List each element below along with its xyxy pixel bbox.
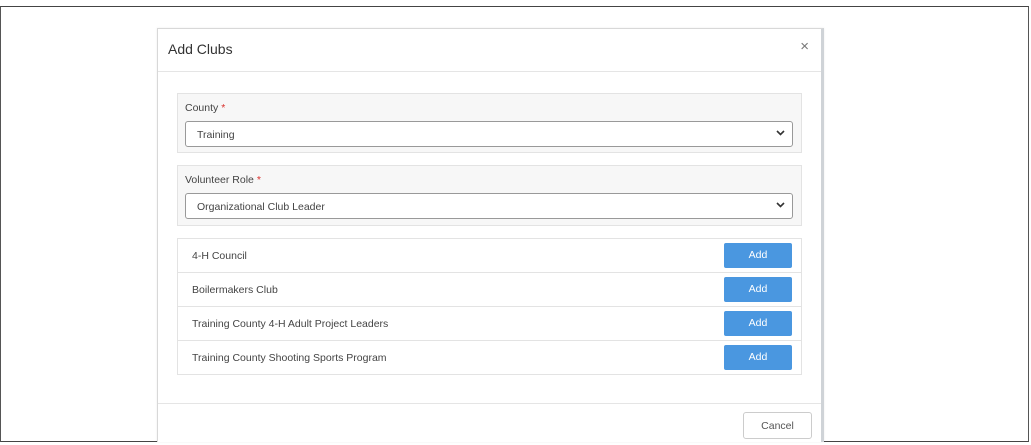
add-club-button[interactable]: Add [724,311,792,336]
club-row: 4-H Council Add [178,239,801,273]
chevron-down-icon [776,202,785,208]
add-club-button[interactable]: Add [724,243,792,268]
club-row: Training County 4-H Adult Project Leader… [178,307,801,341]
county-select[interactable]: Training [185,121,793,147]
club-name: Boilermakers Club [192,284,278,296]
modal-header: Add Clubs × [158,29,821,72]
add-club-button[interactable]: Add [724,277,792,302]
club-name: Training County 4-H Adult Project Leader… [192,318,389,330]
required-marker: * [221,102,226,114]
add-clubs-modal: Add Clubs × County * Training Volunteer … [157,28,824,442]
volunteer-role-select[interactable]: Organizational Club Leader [185,193,793,219]
county-field-group: County * Training [177,93,802,153]
required-marker: * [256,174,261,186]
volunteer-role-field-group: Volunteer Role * Organizational Club Lea… [177,165,802,226]
club-row: Boilermakers Club Add [178,273,801,307]
modal-title: Add Clubs [168,41,233,57]
county-label-text: County [185,102,219,114]
county-select-value: Training [197,129,235,141]
county-label: County * [185,102,225,114]
club-name: 4-H Council [192,250,247,262]
close-icon[interactable]: × [800,39,809,54]
club-name: Training County Shooting Sports Program [192,352,387,364]
club-list: 4-H Council Add Boilermakers Club Add Tr… [177,238,802,375]
club-row: Training County Shooting Sports Program … [178,341,801,374]
modal-footer: Cancel [158,403,821,444]
add-club-button[interactable]: Add [724,345,792,370]
chevron-down-icon [776,130,785,136]
volunteer-role-label: Volunteer Role * [185,174,261,186]
volunteer-role-label-text: Volunteer Role [185,174,254,186]
volunteer-role-select-value: Organizational Club Leader [197,201,325,213]
cancel-button[interactable]: Cancel [743,412,812,439]
